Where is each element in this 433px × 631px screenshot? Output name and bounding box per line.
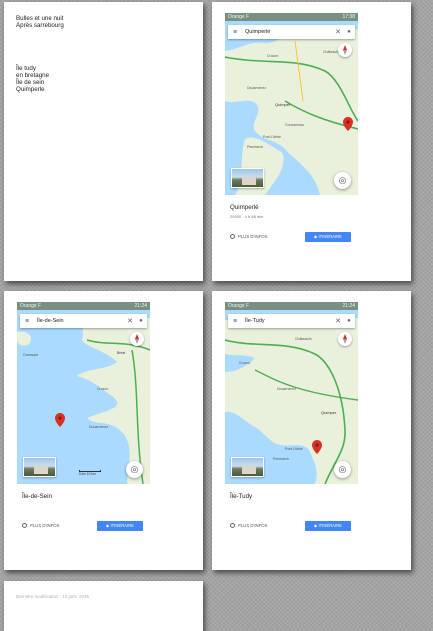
clock-label: 21:24 xyxy=(342,303,355,309)
more-info-label: PLUS D'INFOS xyxy=(238,234,268,239)
more-info-button[interactable]: PLUS D'INFOS xyxy=(22,523,59,528)
directions-icon: ◆ xyxy=(106,523,110,528)
note-line: Après sarrebourg xyxy=(16,22,64,29)
map-label: Concarneau xyxy=(285,123,304,127)
more-info-button[interactable]: PLUS D'INFOS xyxy=(230,523,267,528)
status-bar: Orange F 21:24 xyxy=(225,302,358,310)
place-photo-thumbnail[interactable] xyxy=(231,457,264,477)
microphone-icon[interactable]: ● xyxy=(343,29,355,35)
note-places-block: Île tudy en bretagne Île de sein Quimper… xyxy=(16,65,49,93)
more-info-button[interactable]: PLUS D'INFOS xyxy=(230,234,267,239)
clock-icon xyxy=(22,523,27,528)
my-location-icon[interactable]: ◎ xyxy=(334,461,351,478)
last-modified-label: Dernière modification : 13 janv. 2016 xyxy=(16,594,89,599)
directions-icon: ◆ xyxy=(314,523,318,528)
more-info-label: PLUS D'INFOS xyxy=(30,523,60,528)
map-label: Châteaulin xyxy=(295,337,312,341)
place-photo-thumbnail[interactable] xyxy=(23,457,56,477)
footer-page: Dernière modification : 13 janv. 2016 xyxy=(4,581,203,631)
phone-screenshot: Orange F 17:38 Crozon Châteaulin Douarne… xyxy=(225,13,358,195)
menu-icon[interactable]: ≡ xyxy=(228,29,242,36)
directions-button[interactable]: ◆ ITINÉRAIRE xyxy=(97,521,143,531)
map-label: Pont-l'Abbé xyxy=(285,447,303,451)
place-name: Quimperlé xyxy=(230,204,259,211)
more-info-label: PLUS D'INFOS xyxy=(238,523,268,528)
directions-label: ITINÉRAIRE xyxy=(110,523,134,528)
phone-screenshot: Orange F 21:24 Ouessant Brest Crozon Dou… xyxy=(17,302,150,484)
status-bar: Orange F 17:38 xyxy=(225,13,358,21)
clock-label: 21:24 xyxy=(134,303,147,309)
close-icon[interactable]: ✕ xyxy=(333,28,343,36)
scale-label: 5 km xyxy=(79,472,86,476)
map-card-ile-tudy: Orange F 21:24 Châteaulin Crozon Douarne… xyxy=(212,291,411,570)
map-label: Brest xyxy=(117,351,125,355)
map-label: Quimper xyxy=(275,102,291,107)
carrier-label: Orange F xyxy=(228,14,250,20)
clock-label: 17:38 xyxy=(342,14,355,20)
directions-button[interactable]: ◆ ITINÉRAIRE xyxy=(305,521,351,531)
menu-icon[interactable]: ≡ xyxy=(228,318,242,325)
menu-icon[interactable]: ≡ xyxy=(20,318,34,325)
note-line: Île tudy xyxy=(16,65,36,72)
map-label: Penmarch xyxy=(247,145,263,149)
clock-icon xyxy=(230,523,235,528)
map-label: Crozon xyxy=(97,387,108,391)
directions-button[interactable]: ◆ ITINÉRAIRE xyxy=(305,232,351,242)
search-input[interactable]: Île-de-Sein xyxy=(34,318,125,324)
close-icon[interactable]: ✕ xyxy=(125,317,135,325)
map-label: Ouessant xyxy=(23,353,38,357)
map-label: Douarnenez xyxy=(277,387,296,391)
compass-icon[interactable] xyxy=(130,332,144,346)
map-label: Douarnenez xyxy=(89,425,108,429)
search-input[interactable]: Île-Tudy xyxy=(242,318,333,324)
map-label: Douarnenez xyxy=(247,86,266,90)
map-label: Crozon xyxy=(239,361,250,365)
note-page: Bulles et une nuit Après sarrebourg Île … xyxy=(4,2,203,281)
carrier-label: Orange F xyxy=(20,303,42,309)
status-bar: Orange F 21:24 xyxy=(17,302,150,310)
note-line: en bretagne xyxy=(16,72,50,79)
my-location-icon[interactable]: ◎ xyxy=(126,461,143,478)
place-name: Île-Tudy xyxy=(230,493,253,500)
place-photo-thumbnail[interactable] xyxy=(231,168,264,188)
map-scale: 5 km 10 km xyxy=(79,470,101,476)
directions-label: ITINÉRAIRE xyxy=(318,234,342,239)
search-bar[interactable]: ≡ Île-Tudy ✕ ● xyxy=(228,314,355,328)
close-icon[interactable]: ✕ xyxy=(333,317,343,325)
note-line: Bulles et une nuit xyxy=(16,15,64,22)
compass-icon[interactable] xyxy=(338,43,352,57)
phone-screenshot: Orange F 21:24 Châteaulin Crozon Douarne… xyxy=(225,302,358,484)
search-bar[interactable]: ≡ Quimperlé ✕ ● xyxy=(228,25,355,39)
map-label: Quimper xyxy=(321,410,337,415)
microphone-icon[interactable]: ● xyxy=(343,318,355,324)
microphone-icon[interactable]: ● xyxy=(135,318,147,324)
my-location-icon[interactable]: ◎ xyxy=(334,172,351,189)
scale-label: 10 km xyxy=(86,472,96,476)
note-line: Île de sein xyxy=(16,79,45,86)
map-card-quimperle: Orange F 17:38 Crozon Châteaulin Douarne… xyxy=(212,2,411,281)
search-bar[interactable]: ≡ Île-de-Sein ✕ ● xyxy=(20,314,147,328)
note-line: Quimperle xyxy=(16,86,45,93)
place-subtitle: 29300 · 4 h 48 min xyxy=(230,214,264,219)
map-label: Crozon xyxy=(267,54,278,58)
carrier-label: Orange F xyxy=(228,303,250,309)
map-label: Pont-l'Abbé xyxy=(263,135,281,139)
map-label: Penmarch xyxy=(273,457,289,461)
map-card-ile-de-sein: Orange F 21:24 Ouessant Brest Crozon Dou… xyxy=(4,291,203,570)
place-name: Île-de-Sein xyxy=(22,493,52,500)
search-input[interactable]: Quimperlé xyxy=(242,29,333,35)
directions-icon: ◆ xyxy=(314,234,318,239)
note-title-block: Bulles et une nuit Après sarrebourg xyxy=(16,15,64,29)
directions-label: ITINÉRAIRE xyxy=(318,523,342,528)
clock-icon xyxy=(230,234,235,239)
compass-icon[interactable] xyxy=(338,332,352,346)
